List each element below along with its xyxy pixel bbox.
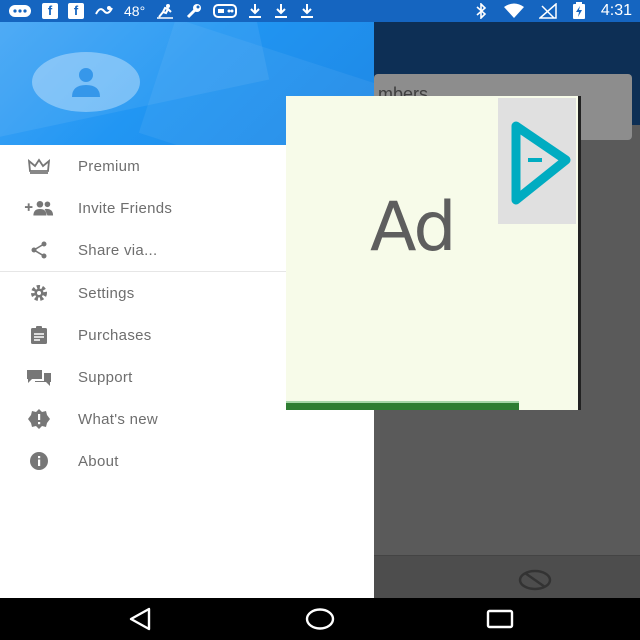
temperature-text: 48° [124, 3, 146, 19]
home-icon[interactable] [300, 605, 340, 633]
crown-icon [24, 156, 54, 176]
person-icon [72, 68, 100, 97]
facebook-icon: f [42, 3, 58, 19]
run-icon [155, 3, 175, 19]
ad-banner[interactable]: Ad [286, 96, 581, 410]
menu-item-label: Share via... [78, 241, 158, 259]
ad-progress-bar [286, 403, 519, 410]
message-icon [8, 3, 32, 19]
gear-icon [24, 283, 54, 303]
facebook-icon: f [68, 3, 84, 19]
wifi-icon [503, 3, 525, 19]
menu-item-label: What's new [78, 410, 159, 428]
wrench-icon [185, 3, 203, 19]
menu-item-label: Invite Friends [78, 199, 173, 217]
ad-choices-badge[interactable] [498, 98, 576, 224]
ad-label: Ad [370, 188, 456, 267]
play-icon [511, 121, 571, 205]
recents-icon[interactable] [480, 605, 520, 633]
menu-item-label: About [78, 452, 119, 470]
menu-item-label: Premium [78, 157, 141, 175]
download-icon [247, 3, 263, 19]
back-icon[interactable] [120, 605, 160, 633]
chat-icon [24, 367, 54, 387]
download-icon [273, 3, 289, 19]
menu-item-label: Purchases [78, 326, 152, 344]
battery-icon [571, 2, 587, 19]
add-people-icon [24, 198, 54, 218]
bluetooth-icon [473, 3, 489, 19]
system-nav-bar [0, 598, 640, 640]
signal-icon [538, 3, 557, 19]
status-bar: f f 48° 4:31 [0, 0, 640, 22]
weather-icon [94, 3, 114, 19]
menu-item-label: Support [78, 368, 133, 386]
bottom-bar [374, 555, 640, 599]
avatar[interactable] [32, 52, 140, 112]
share-icon [24, 240, 54, 260]
clock: 4:31 [600, 2, 632, 19]
info-icon [24, 451, 54, 471]
download-icon [299, 3, 315, 19]
new-badge-icon [24, 409, 54, 429]
clipboard-icon [24, 325, 54, 345]
block-icon[interactable] [518, 569, 552, 596]
menu-item-about[interactable]: About [0, 440, 374, 482]
game-icon [213, 3, 238, 19]
menu-item-label: Settings [78, 284, 135, 302]
